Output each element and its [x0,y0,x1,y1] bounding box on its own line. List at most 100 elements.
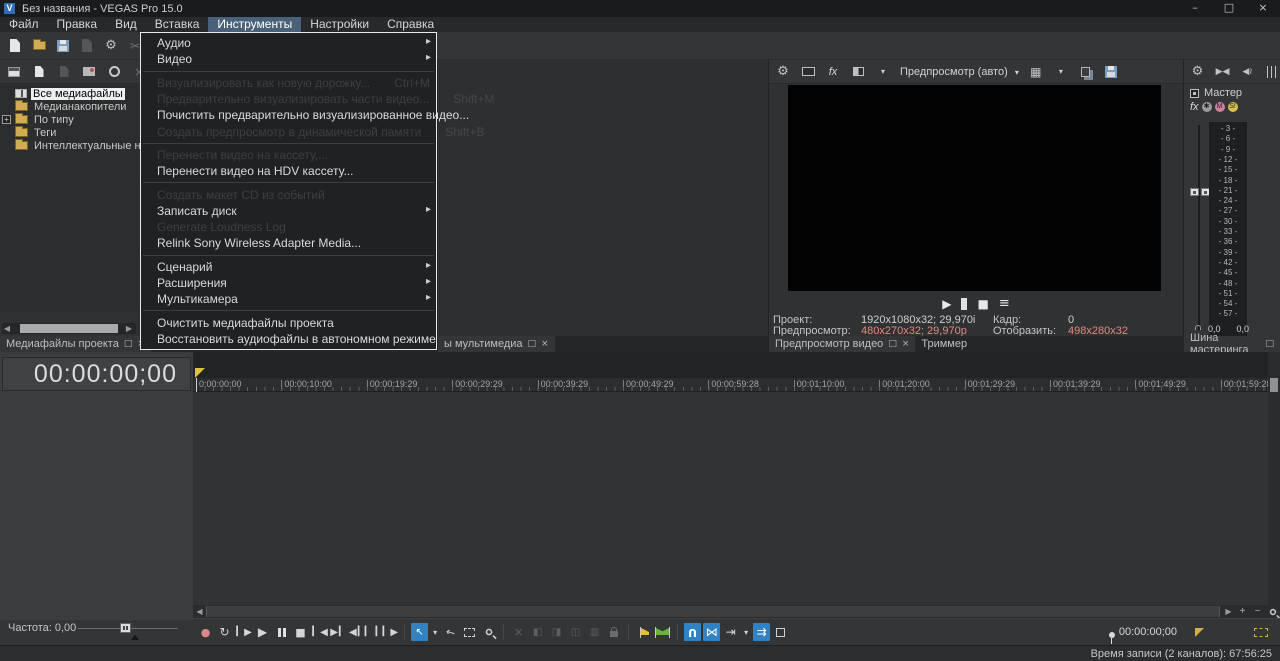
float-window-icon[interactable]: □ [1265,339,1274,349]
zoom-tool-icon[interactable] [1265,605,1280,618]
capture-video-icon[interactable] [81,64,97,80]
plugin2-icon[interactable]: M [1215,102,1225,112]
next-frame-icon[interactable]: ▎▎▶ [375,623,399,641]
auto-ripple-dropdown-icon[interactable]: ▾ [741,623,751,641]
record-icon[interactable]: ● [197,623,214,641]
pause-icon[interactable] [961,298,967,310]
float-window-icon[interactable]: □ [124,339,133,349]
menu-item[interactable]: Аудио▸ [141,35,436,51]
selection-tool-icon[interactable] [461,623,478,641]
insert-region-icon[interactable] [654,623,671,641]
save-project-icon[interactable] [55,38,71,54]
extract-audio-cd-icon[interactable] [106,64,122,80]
enable-snapping-icon[interactable]: U [684,623,701,641]
cursor-timecode[interactable]: 00:00:00;00 [1119,626,1177,638]
normal-edit-tool-icon[interactable]: ↖ [411,623,428,641]
tab-media-generators[interactable]: ы мультимедиа □ × [438,336,555,352]
scrollbar-thumb[interactable] [206,606,1220,617]
import-file-icon[interactable] [31,64,47,80]
timeline-horizontal-scrollbar[interactable]: ◀ ▶ + − [193,605,1280,618]
insert-marker-icon[interactable] [635,623,652,641]
fader-handle-left[interactable] [1190,188,1199,196]
fader-handles[interactable] [1190,188,1210,196]
preview-quality-dropdown[interactable]: Предпросмотр (авто) ▾ [900,66,1019,78]
float-window-icon[interactable]: □ [528,339,537,349]
split-screen-icon[interactable] [850,64,866,80]
marker-bar[interactable] [193,352,1280,378]
auto-crossfade-icon[interactable]: ⋈ [703,623,720,641]
properties-gear-icon[interactable]: ⚙ [103,38,119,54]
cursor-marker-icon[interactable] [195,368,205,378]
menu-bar-item[interactable]: Правка [48,17,107,32]
ignore-event-grouping-icon[interactable] [772,623,789,641]
float-window-icon[interactable]: □ [888,339,897,349]
zoom-in-icon[interactable]: + [1235,605,1250,618]
close-button[interactable]: × [1246,0,1280,17]
menu-item[interactable]: Мультикамера▸ [141,291,436,307]
menu-item[interactable]: Почистить предварительно визуализированн… [141,107,436,123]
media-horizontal-scrollbar[interactable]: ◀ ▶ [2,323,136,334]
video-output-fx-icon[interactable]: fx [825,64,841,80]
stop-icon[interactable]: ■ [977,297,988,311]
zoom-edit-tool-icon[interactable] [480,623,497,641]
overlay-grid-icon[interactable]: ▦ [1028,64,1044,80]
rate-slider-handle[interactable] [120,623,131,633]
maximize-button[interactable]: □ [1212,0,1246,17]
import-media-icon[interactable] [6,64,22,80]
go-to-end-icon[interactable]: ▶▎ [330,623,347,641]
preview-menu-icon[interactable]: ≡ [999,296,1010,311]
menu-item[interactable]: Сценарий▸ [141,259,436,275]
preview-settings-gear-icon[interactable]: ⚙ [775,64,791,80]
menu-bar-item[interactable]: Настройки [301,17,378,32]
zoom-out-icon[interactable]: − [1250,605,1265,618]
bus-io-icon[interactable]: ▶◀ [1215,64,1230,80]
menu-bar-item[interactable]: Файл [0,17,48,32]
scroll-left-icon[interactable]: ◀ [2,323,12,334]
menu-bar-item[interactable]: Вставка [146,17,209,32]
dim-output-icon[interactable]: ◀≀ [1240,64,1255,80]
menu-item[interactable]: Relink Sony Wireless Adapter Media... [141,235,436,251]
play-icon[interactable]: ▶ [942,297,951,311]
timeline-vertical-scrollbar[interactable] [1268,352,1280,605]
pause-icon[interactable] [273,623,290,641]
close-tab-icon[interactable]: × [902,339,910,349]
tab-master-bus[interactable]: Шина мастеринга □ [1184,336,1280,352]
menu-item[interactable]: Перенести видео на HDV кассету... [141,163,436,179]
plugin3-icon[interactable]: S! [1228,102,1238,112]
menu-item[interactable]: Записать диск▸ [141,203,436,219]
grid-dropdown-icon[interactable]: ▾ [1053,64,1069,80]
scrollbar-thumb[interactable] [20,324,118,333]
go-to-start-icon[interactable]: ▎◀ [311,623,328,641]
edit-tool-dropdown-icon[interactable]: ▾ [430,623,440,641]
loop-region-icon[interactable] [1254,628,1268,637]
track-list-empty[interactable] [193,392,1280,605]
bus-properties-gear-icon[interactable]: ⚙ [1190,64,1205,80]
scroll-left-icon[interactable]: ◀ [193,605,206,618]
scrollbar-thumb[interactable] [1270,378,1278,392]
menu-item[interactable]: Расширения▸ [141,275,436,291]
master-fx-icon[interactable]: fx [1190,101,1199,113]
envelope-tool-icon[interactable]: ↖ [442,623,459,641]
play-icon[interactable]: ▶ [254,623,271,641]
cursor-time-display[interactable]: 00:00:00;00 [2,357,191,391]
time-ruler[interactable]: 0:00:00:0000:00:10:0000:00:19:2900:00:29… [193,378,1280,392]
plugin1-icon[interactable]: ✱ [1202,102,1212,112]
marker-triangle-icon[interactable] [1195,628,1204,637]
minimize-button[interactable]: – [1178,0,1212,17]
menu-item[interactable]: Видео▸ [141,51,436,67]
expander-icon[interactable]: + [2,115,11,124]
ripple-all-tracks-icon[interactable]: ⇉ [753,623,770,641]
play-from-start-icon[interactable]: ▎▶ [235,623,252,641]
loop-playback-icon[interactable]: ↻ [216,623,233,641]
scroll-right-icon[interactable]: ▶ [124,323,134,334]
tab-trimmer[interactable]: Триммер [915,336,973,352]
stop-icon[interactable]: ■ [292,623,309,641]
open-project-icon[interactable] [31,38,47,54]
previous-frame-icon[interactable]: ◀▎▎ [349,623,373,641]
mixer-icon[interactable] [1265,64,1280,80]
external-monitor-icon[interactable] [800,64,816,80]
split-screen-dropdown-icon[interactable]: ▾ [875,64,891,80]
scroll-right-icon[interactable]: ▶ [1222,605,1235,618]
close-tab-icon[interactable]: × [541,339,549,349]
menu-item[interactable]: Восстановить аудиофайлы в автономном реж… [141,331,436,347]
